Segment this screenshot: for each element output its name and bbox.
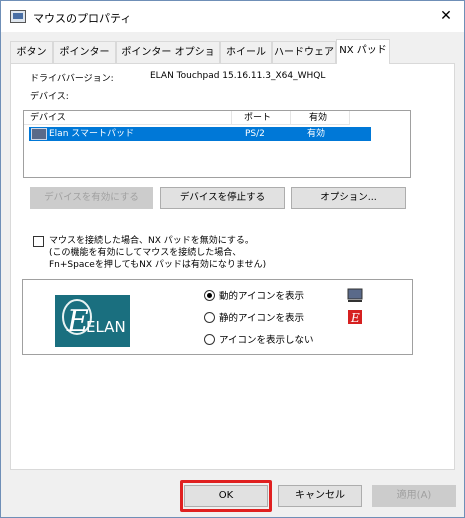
radio-no-icon-label: アイコンを表示しない	[219, 335, 314, 346]
elan-red-icon: E	[348, 310, 362, 325]
svg-text:E: E	[350, 311, 360, 325]
elan-logo-text: ELAN	[86, 318, 126, 336]
touchpad-icon	[347, 288, 363, 302]
column-header-enabled[interactable]: 有効	[291, 111, 350, 125]
device-port: PS/2	[245, 129, 265, 139]
stop-device-button[interactable]: デバイスを停止する	[160, 187, 285, 209]
device-list[interactable]: デバイス ポート 有効 Elan スマートパッド PS/2 有効	[23, 110, 411, 178]
tab-hardware[interactable]: ハードウェア	[272, 41, 336, 63]
radio-dynamic-icon-label: 動的アイコンを表示	[219, 291, 305, 302]
radio-static-icon[interactable]	[204, 312, 215, 323]
close-button[interactable]: ✕	[435, 6, 457, 26]
device-name: Elan スマートパッド	[49, 129, 134, 139]
device-enabled: 有効	[307, 129, 326, 139]
column-header-port[interactable]: ポート	[232, 111, 291, 125]
driver-version-value: ELAN Touchpad 15.16.11.3_X64_WHQL	[150, 71, 326, 81]
enable-device-button[interactable]: デバイスを有効にする	[30, 187, 153, 209]
mouse-properties-window: マウスのプロパティ ✕ ボタン ポインター ポインター オプション ホイール ハ…	[0, 0, 465, 518]
tab-buttons[interactable]: ボタン	[10, 41, 53, 63]
radio-no-icon[interactable]	[204, 334, 215, 345]
tab-pointers[interactable]: ポインター	[53, 41, 116, 63]
touchpad-icon	[31, 128, 47, 140]
radio-static-icon-label: 静的アイコンを表示	[219, 313, 305, 324]
elan-logo: E ELAN	[55, 295, 130, 347]
tab-nx-pad[interactable]: NX パッド	[336, 39, 390, 64]
radio-dynamic-icon[interactable]	[204, 290, 215, 301]
title-bar: マウスのプロパティ ✕	[1, 1, 464, 32]
disable-on-mouse-checkbox[interactable]	[33, 236, 44, 247]
tab-wheel[interactable]: ホイール	[220, 41, 272, 63]
cancel-button[interactable]: キャンセル	[278, 485, 362, 507]
close-icon: ✕	[440, 8, 452, 24]
disable-on-mouse-label: マウスを接続した場合、NX パッドを無効にする。 (この機能を有効にしてマウスを…	[49, 236, 267, 270]
window-title: マウスのプロパティ	[33, 12, 132, 25]
column-header-device[interactable]: デバイス	[24, 111, 232, 125]
ok-button[interactable]: OK	[184, 485, 268, 507]
options-button[interactable]: オプション...	[291, 187, 406, 209]
devices-label: デバイス:	[30, 92, 69, 102]
device-row[interactable]: Elan スマートパッド PS/2 有効	[29, 127, 371, 141]
apply-button[interactable]: 適用(A)	[372, 485, 456, 507]
tab-pointer-options[interactable]: ポインター オプション	[116, 41, 220, 79]
mouse-properties-icon	[10, 10, 26, 23]
driver-version-label: ドライババージョン:	[30, 74, 114, 84]
